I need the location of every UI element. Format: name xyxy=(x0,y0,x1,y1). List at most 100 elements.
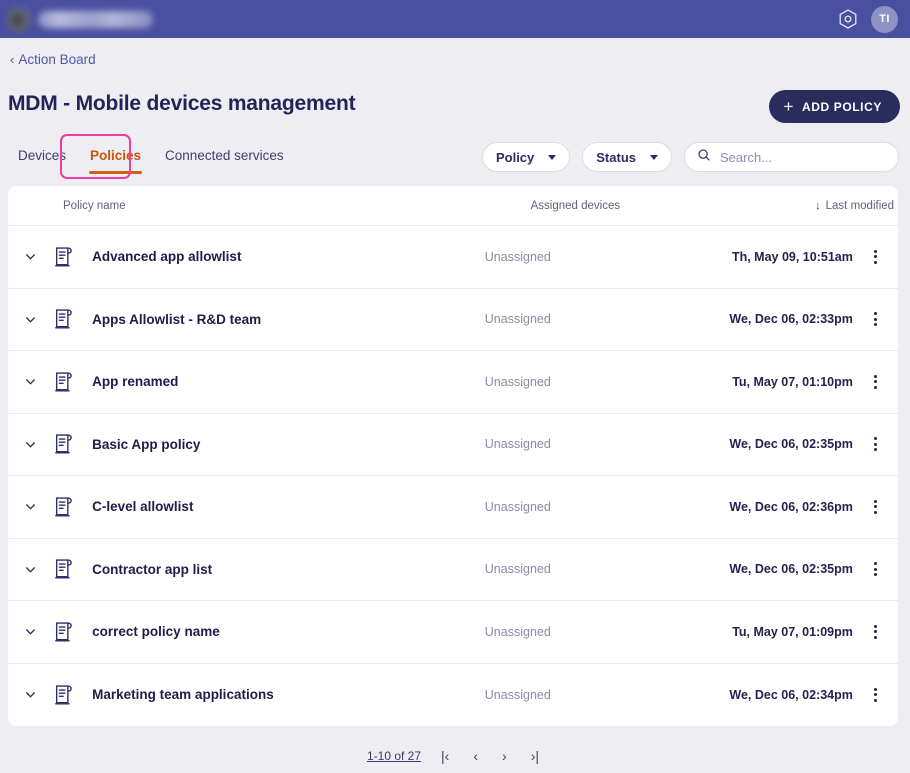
policy-filter-label: Policy xyxy=(495,149,535,165)
row-overflow-menu-icon[interactable] xyxy=(853,499,898,514)
policy-document-icon xyxy=(53,245,75,269)
row-expand-chevron-icon[interactable] xyxy=(8,563,53,576)
search-icon xyxy=(697,148,711,167)
policy-document-icon xyxy=(53,620,75,644)
row-expand-chevron-icon[interactable] xyxy=(8,250,53,263)
assigned-devices: Unassigned xyxy=(484,499,551,514)
last-modified: We, Dec 06, 02:35pm xyxy=(729,437,853,452)
row-overflow-menu-icon[interactable] xyxy=(853,374,898,389)
assigned-devices: Unassigned xyxy=(484,437,551,452)
app-header-actions: TI xyxy=(837,5,898,33)
policy-name: App renamed xyxy=(92,374,179,390)
pagination-last-button[interactable]: ›| xyxy=(527,748,543,764)
add-policy-button[interactable]: + ADD POLICY xyxy=(769,90,900,123)
last-modified: We, Dec 06, 02:35pm xyxy=(729,562,853,577)
table-row[interactable]: Advanced app allowlist Unassigned Th, May … xyxy=(8,226,898,289)
tab-policies[interactable]: Policies xyxy=(78,144,153,174)
assigned-devices: Unassigned xyxy=(484,562,551,577)
pagination-range[interactable]: 1-10 of 27 xyxy=(367,749,421,763)
row-expand-chevron-icon[interactable] xyxy=(8,313,53,326)
last-modified: Tu, May 07, 01:09pm xyxy=(732,624,853,639)
last-modified: We, Dec 06, 02:34pm xyxy=(729,687,853,702)
last-modified: We, Dec 06, 02:36pm xyxy=(729,499,853,514)
assigned-devices: Unassigned xyxy=(484,624,551,639)
row-overflow-menu-icon[interactable] xyxy=(853,312,898,327)
row-expand-chevron-icon[interactable] xyxy=(8,375,53,388)
table-row[interactable]: Marketing team applications Unassigned We,… xyxy=(8,664,898,727)
table-row[interactable]: Apps Allowlist - R&D team Unassigned We, D… xyxy=(8,289,898,351)
policy-name: C-level allowlist xyxy=(92,499,194,515)
policy-document-icon xyxy=(53,683,75,707)
policy-name: Marketing team applications xyxy=(92,687,274,703)
tab-devices-label: Devices xyxy=(18,148,67,163)
tab-policies-label: Policies xyxy=(90,148,142,163)
breadcrumb-back-icon: ‹ xyxy=(10,52,15,67)
status-filter-dropdown[interactable]: Status xyxy=(582,142,672,172)
avatar[interactable]: TI xyxy=(871,5,898,33)
pagination-next-button[interactable]: › xyxy=(498,748,511,764)
brand-logo-icon xyxy=(6,6,32,32)
assigned-devices: Unassigned xyxy=(484,249,551,264)
sort-descending-icon: ↓ xyxy=(815,199,821,212)
policy-document-icon xyxy=(53,557,75,581)
row-overflow-menu-icon[interactable] xyxy=(853,249,898,264)
row-overflow-menu-icon[interactable] xyxy=(853,687,898,702)
chevron-down-icon xyxy=(548,154,557,160)
chevron-down-icon xyxy=(650,154,658,160)
policy-name: Apps Allowlist - R&D team xyxy=(92,311,262,327)
table-row[interactable]: Contractor app list Unassigned We, Dec 06,… xyxy=(8,539,898,601)
last-modified: Th, May 09, 10:51am xyxy=(731,249,853,264)
column-header-last-modified-label: Last modified xyxy=(825,199,895,212)
column-header-last-modified[interactable]: ↓ Last modified xyxy=(815,200,894,212)
policy-name: Advanced app allowlist xyxy=(92,249,242,265)
last-modified: Tu, May 07, 01:10pm xyxy=(732,374,853,389)
policy-document-icon xyxy=(53,307,75,331)
row-overflow-menu-icon[interactable] xyxy=(853,624,898,639)
pagination: 1-10 of 27 |‹ ‹ › ›| xyxy=(0,748,910,764)
table-row[interactable]: Basic App policy Unassigned We, Dec 06, 02… xyxy=(8,414,898,476)
table-row[interactable]: C-level allowlist Unassigned We, Dec 06, 0… xyxy=(8,476,898,539)
policies-table-card: Policy name Assigned devices ↓ Last modi… xyxy=(8,186,898,726)
policy-document-icon xyxy=(53,495,75,519)
tab-connected-services[interactable]: Connected services xyxy=(153,144,296,167)
row-expand-chevron-icon[interactable] xyxy=(8,688,53,701)
search-box[interactable] xyxy=(684,142,899,172)
pagination-first-button[interactable]: |‹ xyxy=(437,748,453,764)
policy-document-icon xyxy=(53,370,75,394)
last-modified: We, Dec 06, 02:33pm xyxy=(729,312,853,327)
policy-document-icon xyxy=(53,432,75,456)
filter-bar: Policy Status xyxy=(481,142,899,172)
row-expand-chevron-icon[interactable] xyxy=(8,500,53,513)
app-header-bar: TI xyxy=(0,0,910,38)
tab-connected-services-label: Connected services xyxy=(165,148,284,163)
tab-bar: Devices Policies Connected services xyxy=(6,144,296,174)
tab-devices[interactable]: Devices xyxy=(6,144,78,167)
policy-name: Contractor app list xyxy=(92,561,213,577)
row-overflow-menu-icon[interactable] xyxy=(853,562,898,577)
pagination-prev-button[interactable]: ‹ xyxy=(469,748,482,764)
tab-active-underline xyxy=(89,171,143,174)
brand-area[interactable] xyxy=(6,6,153,32)
assigned-devices: Unassigned xyxy=(484,687,551,702)
table-row[interactable]: App renamed Unassigned Tu, May 07, 01:10pm xyxy=(8,351,898,414)
page-title: MDM - Mobile devices management xyxy=(8,92,356,115)
plus-icon: + xyxy=(783,97,794,116)
search-input[interactable] xyxy=(720,149,886,165)
assigned-devices: Unassigned xyxy=(484,312,551,327)
table-header-row: Policy name Assigned devices ↓ Last modi… xyxy=(8,186,898,226)
assigned-devices: Unassigned xyxy=(484,374,551,389)
page-root: TI ‹ Action Board MDM - Mobile devices m… xyxy=(0,0,910,773)
gear-hexagon-icon[interactable] xyxy=(837,8,859,30)
breadcrumb[interactable]: ‹ Action Board xyxy=(10,52,96,67)
row-expand-chevron-icon[interactable] xyxy=(8,438,53,451)
breadcrumb-label: Action Board xyxy=(18,52,96,67)
add-policy-label: ADD POLICY xyxy=(801,99,882,114)
column-header-policy-name: Policy name xyxy=(63,199,126,212)
policy-name: correct policy name xyxy=(92,624,220,640)
policy-filter-dropdown[interactable]: Policy xyxy=(481,142,571,172)
brand-name-redacted xyxy=(38,10,153,28)
column-header-assigned-devices: Assigned devices xyxy=(530,199,621,212)
row-overflow-menu-icon[interactable] xyxy=(853,437,898,452)
table-row[interactable]: correct policy name Unassigned Tu, May 07,… xyxy=(8,601,898,664)
row-expand-chevron-icon[interactable] xyxy=(8,625,53,638)
